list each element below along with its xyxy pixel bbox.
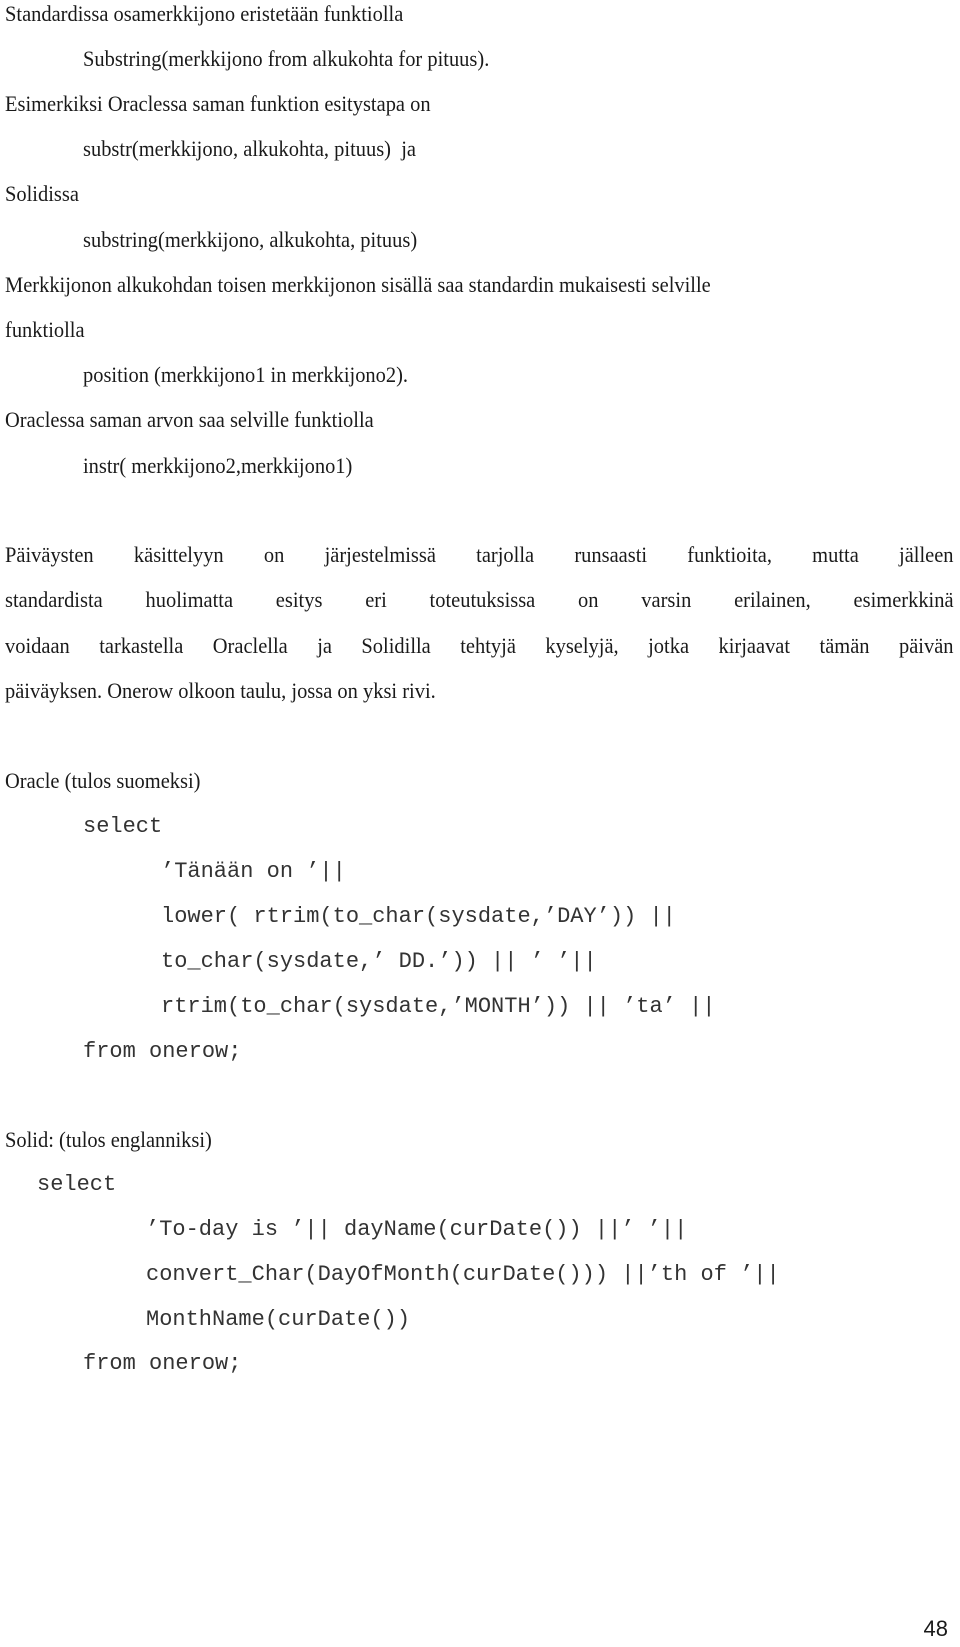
paragraph-word: on <box>263 542 285 567</box>
paragraph-word: toteutuksissa <box>429 587 536 612</box>
paragraph-word: runsaasti <box>574 542 648 567</box>
paragraph-word: voidaan <box>5 633 70 658</box>
code-line: lower( rtrim(to_char(sysdate,’DAY’)) || <box>161 904 676 929</box>
code-line: select <box>83 814 163 839</box>
text-line: Solidissa <box>5 181 79 206</box>
function-syntax: Substring(merkkijono from alkukohta for … <box>83 46 490 71</box>
code-line: MonthName(curDate()) <box>146 1307 411 1332</box>
paragraph-word: varsin <box>641 587 692 612</box>
paragraph-line: päiväyksen. Onerow olkoon taulu, jossa o… <box>5 678 436 703</box>
code-line: from onerow; <box>83 1351 242 1376</box>
paragraph-line: voidaan tarkastella Oraclella ja Solidilla te… <box>5 632 954 660</box>
paragraph-word: tarjolla <box>476 542 535 567</box>
paragraph-word: esitys <box>275 587 323 612</box>
text-line: funktiolla <box>5 317 85 342</box>
function-syntax: substr(merkkijono, alkukohta, pituus) ja <box>83 136 416 161</box>
paragraph-word: kyselyjä, <box>545 633 619 658</box>
paragraph-word: järjestelmissä <box>324 542 436 567</box>
text-line: Merkkijonon alkukohdan toisen merkkijono… <box>5 272 711 297</box>
section-heading: Solid: (tulos englanniksi) <box>5 1127 212 1152</box>
paragraph-word: tehtyjä <box>460 633 516 658</box>
paragraph-word: käsittelyyn <box>133 542 224 567</box>
code-line: convert_Char(DayOfMonth(curDate())) ||’t… <box>146 1262 780 1287</box>
function-syntax: instr( merkkijono2,merkkijono1) <box>83 453 353 478</box>
paragraph-word: on <box>578 587 599 612</box>
paragraph-word: päivän <box>898 633 954 658</box>
text-line: Esimerkiksi Oraclessa saman funktion esi… <box>5 91 431 116</box>
paragraph-word: esimerkkinä <box>853 587 954 612</box>
paragraph-word: erilainen, <box>734 587 811 612</box>
paragraph-word: mutta <box>812 542 859 567</box>
code-line: ’To-day is ’|| dayName(curDate()) ||’ ’|… <box>146 1217 688 1242</box>
paragraph-word: Päiväysten <box>5 542 94 567</box>
page-number: 48 <box>923 1616 948 1641</box>
paragraph-word: funktioita, <box>687 542 772 567</box>
function-syntax: position (merkkijono1 in merkkijono2). <box>83 362 409 387</box>
paragraph-line: Päiväysten käsittelyyn on järjestelmissä tar… <box>5 541 954 569</box>
paragraph-word: eri <box>365 587 387 612</box>
paragraph-word: huolimatta <box>145 587 234 612</box>
code-line: ’Tänään on ’|| <box>161 859 346 884</box>
paragraph-word: jotka <box>648 633 690 658</box>
paragraph-word: standardista <box>5 587 103 612</box>
text-line: Standardissa osamerkkijono eristetään fu… <box>5 1 404 26</box>
code-line: select <box>37 1172 117 1197</box>
function-syntax: substring(merkkijono, alkukohta, pituus) <box>83 227 418 252</box>
code-line: rtrim(to_char(sysdate,’MONTH’)) || ’ta’ … <box>161 994 716 1019</box>
code-line: to_char(sysdate,’ DD.’)) || ’ ’|| <box>161 949 597 974</box>
code-line: from onerow; <box>83 1039 242 1064</box>
paragraph-word: tämän <box>819 633 870 658</box>
paragraph-word: jälleen <box>899 542 954 567</box>
paragraph-word: kirjaavat <box>718 633 791 658</box>
paragraph-word: tarkastella <box>99 633 184 658</box>
paragraph-word: Oraclella <box>212 633 288 658</box>
paragraph-word: Solidilla <box>361 633 431 658</box>
paragraph-word: ja <box>317 633 332 658</box>
text-line: Oraclessa saman arvon saa selville funkt… <box>5 407 374 432</box>
section-heading: Oracle (tulos suomeksi) <box>5 768 201 793</box>
paragraph-line: standardista huolimatta esitys eri toteutuks… <box>5 586 954 614</box>
